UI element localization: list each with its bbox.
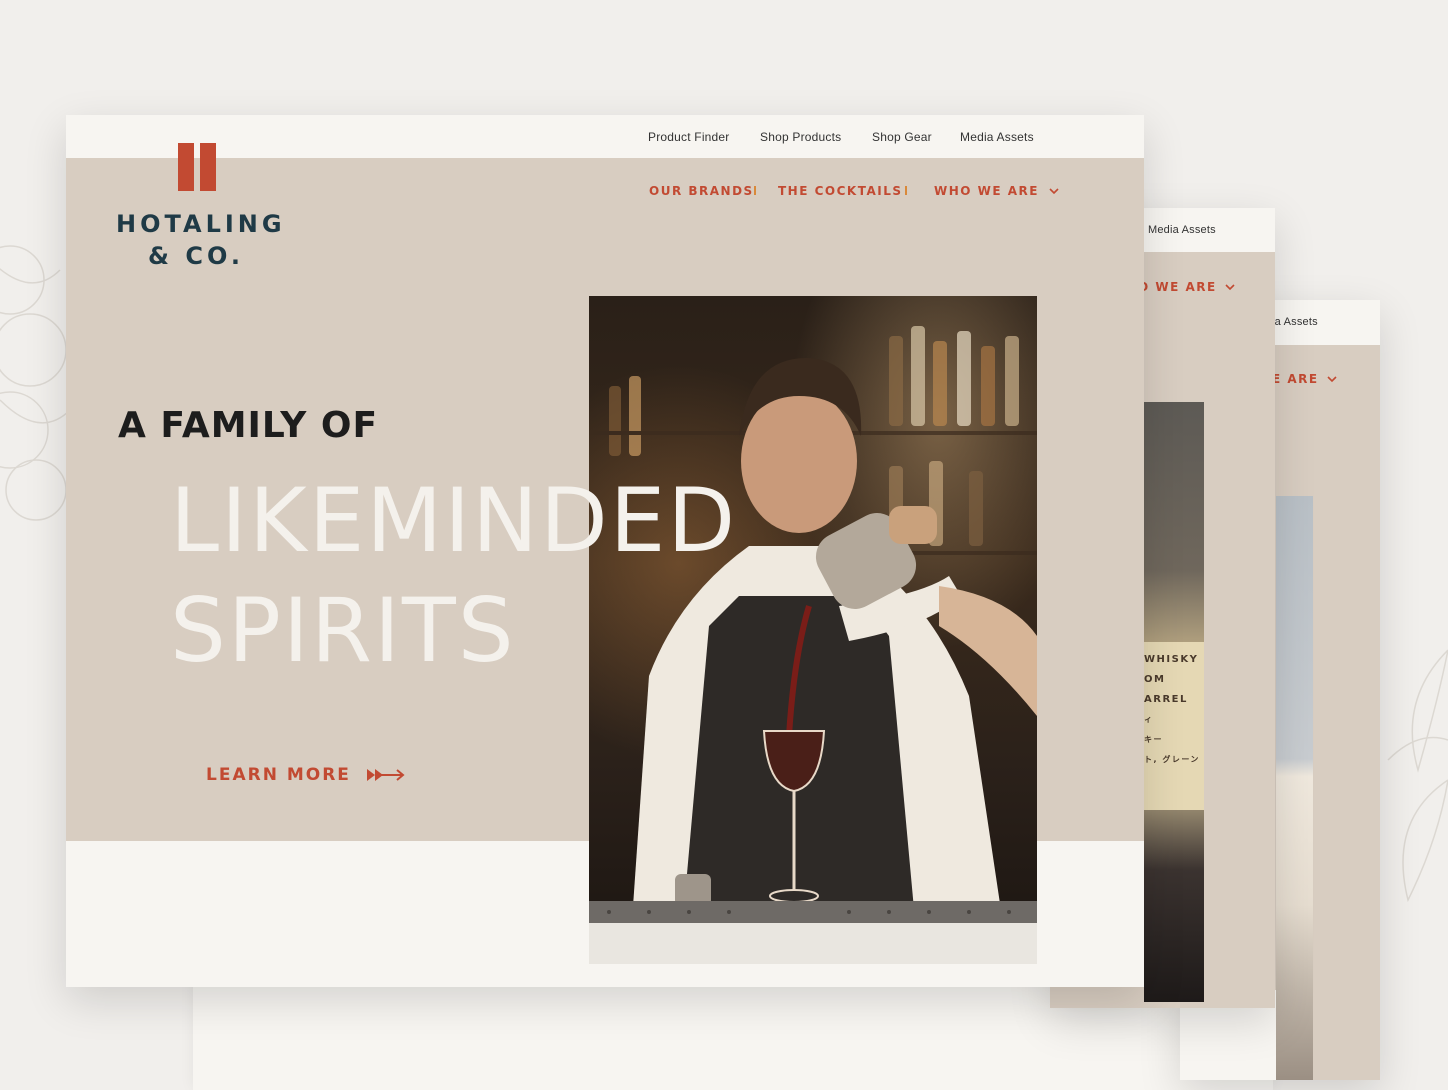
bartender-illustration [589,326,1037,964]
brand-logo[interactable]: HOTALING & CO. [66,115,326,285]
arrow-right-icon [366,769,405,781]
bottle-label: WHISKY OM ARREL ィ キー ト, グレーン [1144,642,1204,810]
utility-link-media-assets[interactable]: Media Assets [1148,224,1216,236]
main-nav-who-we-are[interactable]: E ARE [1272,372,1337,386]
bottle-label-line: ARREL [1144,694,1188,705]
main-nav-who-we-are[interactable]: WHO WE ARE [934,184,1059,198]
bottle-label-line: OM [1144,674,1166,685]
main-nav-the-cocktails[interactable]: THE COCKTAILS [778,184,903,198]
nav-label: E ARE [1272,372,1319,386]
main-nav-our-brands[interactable]: OUR BRANDS [649,184,754,198]
nav-separator [905,186,907,195]
hero-kicker: A FAMILY OF [118,405,379,446]
utility-link-media-assets[interactable]: Media Assets [960,130,1034,144]
utility-link-product-finder[interactable]: Product Finder [648,130,730,144]
bottle-label-line: ィ [1144,715,1154,724]
bottle-label-line: ト, グレーン [1144,755,1200,764]
logo-text-and-co: & CO. [148,242,244,270]
logo-mark-icon [178,143,216,191]
hero-headline-line1: LIKEMINDED [170,469,738,572]
bottle-label-line: キー [1144,735,1163,744]
chevron-down-icon [1327,376,1337,383]
bottle-label-line: WHISKY [1144,654,1199,665]
hero-headline-line2: SPIRITS [170,579,516,682]
learn-more-link[interactable]: LEARN MORE [206,765,407,785]
card2-photo: WHISKY OM ARREL ィ キー ト, グレーン [1144,402,1204,1002]
utility-link-shop-gear[interactable]: Shop Gear [872,130,932,144]
chevron-down-icon [1049,188,1059,195]
utility-link-shop-products[interactable]: Shop Products [760,130,841,144]
hero-photo-bartender [589,296,1037,964]
nav-label: O WE ARE [1138,280,1217,294]
learn-more-label: LEARN MORE [206,765,351,785]
main-nav-who-we-are[interactable]: O WE ARE [1138,280,1235,294]
nav-separator [754,186,756,195]
botanical-illustration-right [1387,649,1448,903]
card3-photo [1276,496,1313,1080]
utility-link-media-assets[interactable]: ia Assets [1272,316,1318,328]
nav-label: WHO WE ARE [934,184,1039,198]
main-page-card: Product Finder Shop Products Shop Gear M… [66,115,1144,987]
logo-text-hotaling: HOTALING [116,210,286,238]
chevron-down-icon [1225,284,1235,291]
